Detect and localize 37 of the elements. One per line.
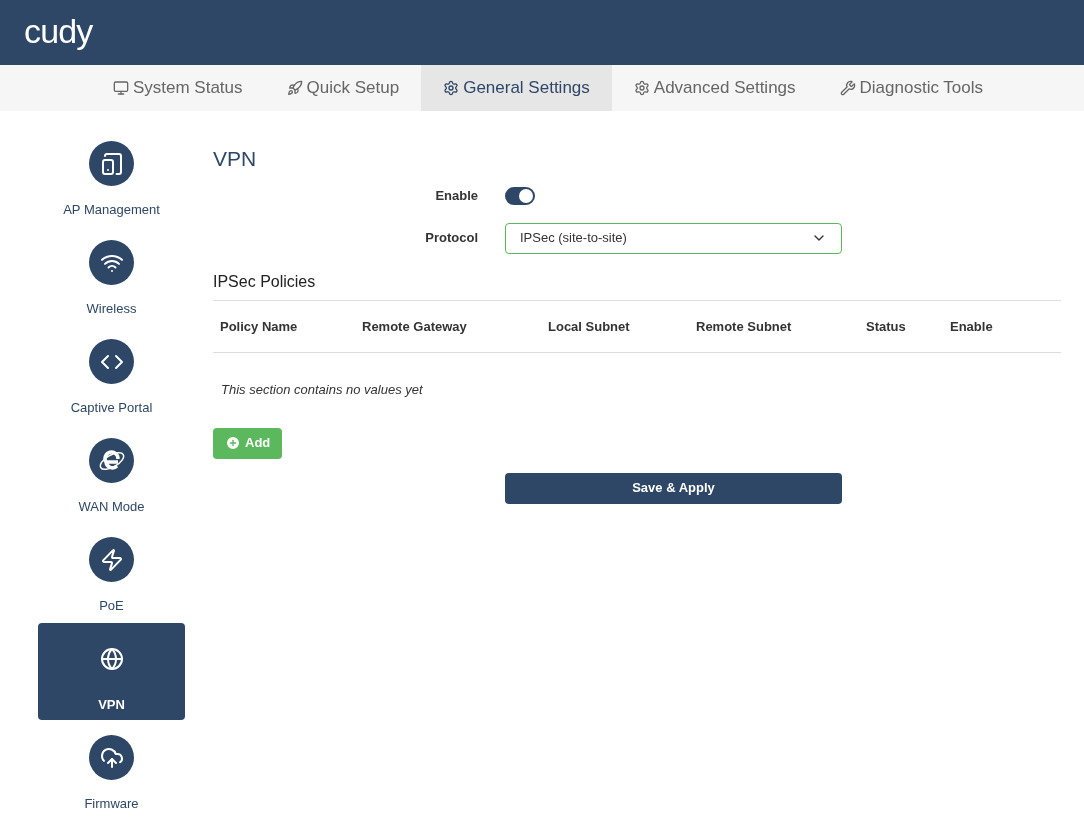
enable-toggle[interactable] <box>505 187 535 205</box>
protocol-label: Protocol <box>424 229 478 248</box>
save-apply-button[interactable]: Save & Apply <box>505 472 842 504</box>
column-header: Local Subnet <box>548 317 631 336</box>
code-window-icon <box>89 339 134 384</box>
nav-tab[interactable]: System Status <box>90 65 265 111</box>
rocket-icon <box>286 80 303 96</box>
monitor-icon <box>112 80 129 96</box>
sidebar-item[interactable]: Wireless <box>38 227 185 324</box>
sidebar-item[interactable]: PoE <box>38 524 185 621</box>
column-header: Remote Subnet <box>696 317 793 336</box>
section-title: IPSec Policies <box>213 270 1061 301</box>
sidebar-item[interactable]: Firmware <box>38 722 185 819</box>
sidebar-item[interactable]: Captive Portal <box>38 326 185 423</box>
protocol-select[interactable]: IPSec (site-to-site) <box>505 222 842 254</box>
sidebar-item[interactable]: WAN Mode <box>38 425 185 522</box>
nav-tab[interactable]: Diagnostic Tools <box>817 65 1006 111</box>
logo: cudy <box>24 13 93 52</box>
wifi-icon <box>89 240 134 285</box>
column-header: Status <box>866 317 907 336</box>
plus-icon <box>225 435 241 451</box>
nav-tab[interactable]: Quick Setup <box>264 65 422 111</box>
tools-icon <box>839 80 856 96</box>
nav-tab[interactable]: Advanced Settings <box>611 65 818 111</box>
sidebar-item[interactable]: VPN <box>38 623 185 720</box>
gear-icon <box>443 80 460 96</box>
enable-label: Enable <box>434 187 478 206</box>
device-icon <box>89 141 134 186</box>
page-title: VPN <box>213 148 258 169</box>
column-header: Policy Name <box>220 317 299 336</box>
column-header: Enable <box>950 317 994 336</box>
sidebar-item[interactable]: AP Management <box>38 128 185 225</box>
empty-message: This section contains no values yet <box>221 381 424 399</box>
cloud-upload-icon <box>89 735 134 780</box>
e-logo-icon <box>89 438 134 483</box>
nav-tab[interactable]: General Settings <box>421 65 612 111</box>
column-header: Remote Gateway <box>362 317 468 336</box>
